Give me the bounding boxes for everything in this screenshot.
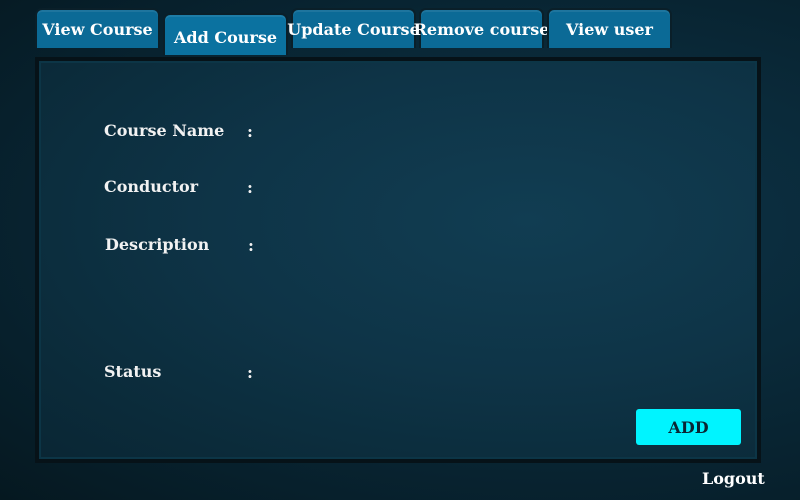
status-label: Status <box>104 362 162 381</box>
status-separator: : <box>247 363 253 382</box>
description-separator: : <box>248 236 254 255</box>
conductor-label: Conductor <box>104 177 199 196</box>
conductor-separator: : <box>247 178 253 197</box>
course-name-label: Course Name <box>104 121 225 140</box>
tab-update-course[interactable]: Update Course <box>287 8 420 48</box>
course-name-separator: : <box>247 122 253 141</box>
description-label: Description <box>105 235 210 254</box>
tab-view-course[interactable]: View Course <box>35 8 160 48</box>
add-course-panel <box>35 57 761 463</box>
tab-add-course[interactable]: Add Course <box>163 13 288 55</box>
tab-remove-course[interactable]: Remove course <box>414 8 549 48</box>
tab-view-user[interactable]: View user <box>547 8 672 48</box>
logout-link[interactable]: Logout <box>702 469 765 488</box>
add-button[interactable]: ADD <box>636 409 741 445</box>
